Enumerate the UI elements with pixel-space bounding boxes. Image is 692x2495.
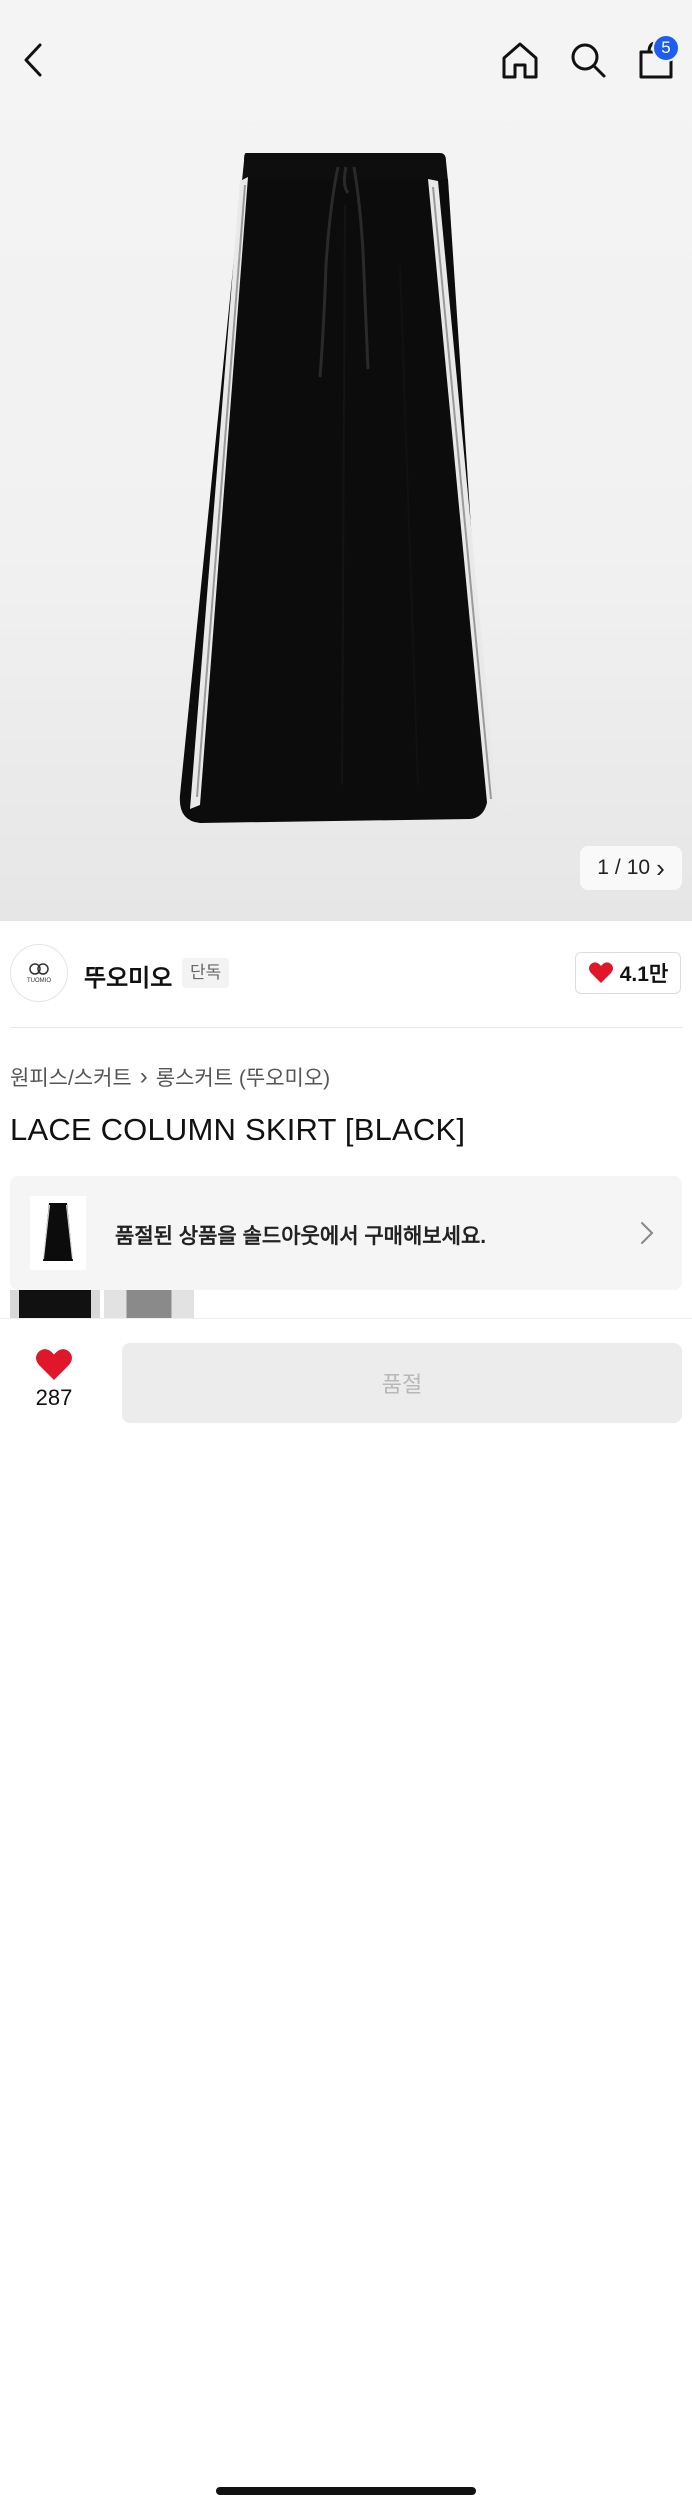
banner-thumbnail xyxy=(30,1196,86,1270)
home-indicator xyxy=(216,2487,476,2495)
thumbnail-strip xyxy=(10,1290,200,1318)
chevron-right-icon xyxy=(634,1220,658,1246)
divider xyxy=(10,1027,682,1028)
soldout-banner[interactable]: 품절된 상품을 솔드아웃에서 구매해보세요. xyxy=(10,1176,682,1290)
thumbnail-gray[interactable] xyxy=(104,1290,194,1318)
top-navigation-bar: 5 xyxy=(0,0,692,120)
brand-logo[interactable]: TUOMIO xyxy=(10,944,68,1002)
brand-logo-mark-icon xyxy=(29,963,49,975)
image-index-current: 1 xyxy=(597,856,609,879)
product-title: LACE COLUMN SKIRT [BLACK] xyxy=(10,1112,466,1147)
home-icon[interactable] xyxy=(496,36,544,84)
back-arrow-icon[interactable] xyxy=(12,38,54,82)
brand-name[interactable]: 뚜오미오 xyxy=(84,958,172,993)
search-icon[interactable] xyxy=(564,36,612,84)
cart-count-badge: 5 xyxy=(652,34,680,62)
breadcrumb: 원피스/스커트 › 롱스커트 (뚜오미오) xyxy=(10,1062,330,1092)
brand-logo-text: TUOMIO xyxy=(27,978,51,984)
breadcrumb-subcategory[interactable]: 롱스커트 (뚜오미오) xyxy=(156,1062,330,1092)
image-counter[interactable]: 1 / 10 › xyxy=(580,846,682,890)
brand-row: TUOMIO 뚜오미오 단독 4.1만 xyxy=(0,938,692,1010)
breadcrumb-category[interactable]: 원피스/스커트 xyxy=(10,1062,132,1092)
thumbnail-black[interactable] xyxy=(10,1290,100,1318)
soldout-banner-text: 품절된 상품을 솔드아웃에서 구매해보세요. xyxy=(115,1225,487,1248)
chevron-right-icon: › xyxy=(139,1063,148,1090)
bottom-action-bar: 287 품절 xyxy=(0,1318,692,2495)
exclusive-badge: 단독 xyxy=(182,958,230,988)
product-image-skirt[interactable] xyxy=(170,145,520,835)
image-index-total: 10 xyxy=(626,856,651,879)
heart-icon xyxy=(588,962,613,983)
soldout-button[interactable]: 품절 xyxy=(122,1343,682,1423)
wish-button[interactable]: 287 xyxy=(22,1347,86,1411)
product-image-gallery[interactable]: 5 1 / 10 › xyxy=(0,0,692,921)
heart-icon xyxy=(36,1349,72,1380)
wish-count: 287 xyxy=(35,1385,73,1410)
brand-like-count: 4.1만 xyxy=(619,963,669,986)
image-index-separator: / xyxy=(614,856,621,879)
brand-like-button[interactable]: 4.1만 xyxy=(575,952,681,994)
chevron-right-icon: › xyxy=(656,853,665,883)
